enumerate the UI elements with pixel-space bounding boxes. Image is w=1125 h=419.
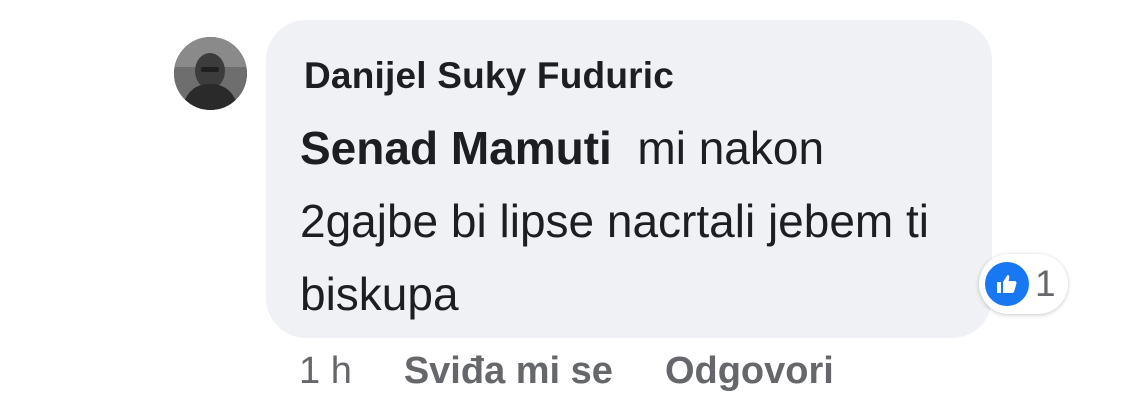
avatar[interactable] (174, 37, 247, 110)
like-button[interactable]: Sviđa mi se (404, 350, 613, 393)
reply-button[interactable]: Odgovori (665, 350, 834, 393)
like-icon (985, 262, 1029, 306)
comment-thread: Danijel Suky Fuduric Senad Mamuti mi nak… (0, 0, 1125, 419)
reaction-count: 1 (1035, 263, 1056, 304)
comment-body: Senad Mamuti mi nakon 2gajbe bi lipse na… (300, 112, 970, 331)
comment-actions: 1 h Sviđa mi se Odgovori (299, 350, 886, 393)
comment-author-name[interactable]: Danijel Suky Fuduric (304, 55, 674, 97)
reactions-summary[interactable]: 1 (979, 254, 1068, 314)
avatar-photo (174, 37, 247, 110)
mention-link[interactable]: Senad Mamuti (300, 122, 612, 174)
comment-timestamp[interactable]: 1 h (299, 350, 352, 393)
